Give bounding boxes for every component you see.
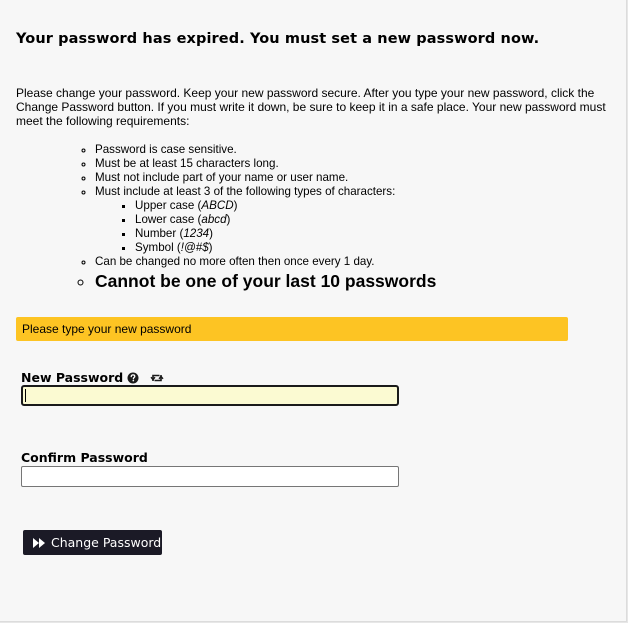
requirement-char-types-label: Must include at least 3 of the following… [95, 185, 396, 198]
char-type-example: !@#$ [180, 241, 209, 254]
new-password-label: New Password [21, 370, 124, 385]
text-cursor [25, 389, 26, 402]
char-types-list: Upper case (ABCD) Lower case (abcd) Numb… [95, 199, 595, 255]
char-type-example: 1234 [183, 227, 210, 240]
char-type-example: ABCD [201, 199, 234, 212]
confirm-password-label: Confirm Password [21, 450, 148, 465]
page-title: Your password has expired. You must set … [16, 31, 540, 47]
status-alert: Please type your new password [16, 317, 568, 341]
intro-text: Please change your password. Keep your n… [16, 86, 606, 128]
char-type-symbol: Symbol (!@#$) [135, 241, 595, 255]
change-password-button-label: Change Password [51, 535, 162, 550]
new-password-input[interactable] [21, 385, 399, 406]
confirm-password-input[interactable] [21, 466, 399, 487]
char-type-lower: Lower case (abcd) [135, 213, 595, 227]
requirement-change-frequency: Can be changed no more often then once e… [95, 255, 595, 269]
char-type-upper: Upper case (ABCD) [135, 199, 595, 213]
char-type-example: abcd [201, 213, 227, 226]
password-change-panel: Your password has expired. You must set … [0, 0, 627, 622]
retweet-icon[interactable] [150, 371, 164, 385]
requirement-case-sensitive: Password is case sensitive. [95, 143, 595, 157]
change-password-button[interactable]: Change Password [23, 530, 162, 555]
question-circle-icon[interactable] [126, 371, 140, 385]
requirement-char-types: Must include at least 3 of the following… [95, 185, 595, 255]
requirements-list: Password is case sensitive. Must be at l… [78, 143, 595, 292]
char-type-number: Number (1234) [135, 227, 595, 241]
requirement-history: Cannot be one of your last 10 passwords [95, 270, 595, 292]
fast-forward-icon [33, 537, 45, 548]
requirement-no-name: Must not include part of your name or us… [95, 171, 595, 185]
requirement-min-length: Must be at least 15 characters long. [95, 157, 595, 171]
